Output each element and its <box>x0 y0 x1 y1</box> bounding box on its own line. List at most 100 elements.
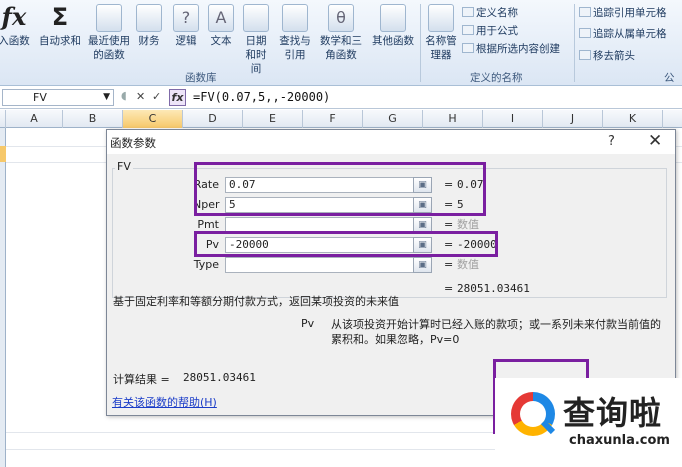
column-header[interactable]: I <box>483 110 543 128</box>
trace-precedents-button[interactable]: 追踪引用单元格 <box>579 5 667 20</box>
autosum-label: 自动求和 <box>39 35 81 47</box>
remove-arrows-icon <box>579 50 591 60</box>
enter-check-icon[interactable]: ✓ <box>152 90 161 103</box>
text-button[interactable]: A 文本 <box>206 4 236 48</box>
create-from-selection-icon <box>462 43 474 53</box>
insert-function-fx-button[interactable]: fx <box>169 89 186 106</box>
name-box[interactable]: FV ▼ <box>2 89 114 106</box>
result-label: 计算结果 = <box>113 373 170 386</box>
recently-used-button[interactable]: 最近使用的函数 <box>84 4 134 62</box>
column-header[interactable]: A <box>6 110 63 128</box>
column-header[interactable]: G <box>363 110 423 128</box>
row-headers[interactable] <box>0 128 6 467</box>
fx-icon: fx <box>1 2 27 31</box>
group-separator <box>420 4 421 82</box>
trace-dependents-button[interactable]: 追踪从属单元格 <box>579 26 667 41</box>
arg-result-type: 数值 <box>457 258 479 271</box>
column-header[interactable]: J <box>543 110 603 128</box>
insert-function-button[interactable]: fx 入函数 <box>0 4 32 48</box>
name-manager-icon <box>428 4 454 32</box>
logical-label: 逻辑 <box>175 35 197 47</box>
more-functions-button[interactable]: 其他函数 <box>368 4 418 48</box>
datetime-button[interactable]: 日期和时间 <box>238 4 274 76</box>
trace-dependents-label: 追踪从属单元格 <box>593 28 667 40</box>
defined-names-group-label: 定义的名称 <box>470 72 523 84</box>
define-name-label: 定义名称 <box>476 7 518 19</box>
function-description: 基于固定利率和等额分期付款方式，返回某项投资的未来值 <box>113 295 399 308</box>
column-headers: A B C D E F G H I J K <box>0 110 682 128</box>
highlight-rate-nper <box>194 162 486 216</box>
cancel-icon[interactable]: ✕ <box>136 90 145 103</box>
selected-row-indicator <box>0 146 6 162</box>
books-icon <box>380 4 406 32</box>
recently-used-label: 最近使用的函数 <box>88 35 130 61</box>
chevron-down-icon[interactable]: ▼ <box>103 90 110 105</box>
type-input[interactable] <box>225 257 415 273</box>
book-icon <box>136 4 162 32</box>
ribbon: fx 入函数 Σ 自动求和 最近使用的函数 财务 ? 逻辑 A 文本 日期和时间… <box>0 0 682 99</box>
expand-handle-icon[interactable]: ◖ <box>121 89 127 102</box>
column-header[interactable]: F <box>303 110 363 128</box>
column-header-selected[interactable]: C <box>123 110 183 128</box>
datetime-label: 日期和时间 <box>245 35 267 75</box>
clock-book-icon <box>243 4 269 32</box>
math-label: 数学和三角函数 <box>320 35 362 61</box>
collapse-dialog-icon[interactable]: ▣ <box>413 257 432 273</box>
column-header[interactable]: H <box>423 110 483 128</box>
lookup-label: 查找与引用 <box>279 35 311 61</box>
arg-help-text: 从该项投资开始计算时已经入账的款项；或一系列未来付款当前值的累积和。如果忽略，P… <box>331 318 661 346</box>
remove-arrows-button[interactable]: 移去箭头 <box>579 48 635 63</box>
question-book-icon: ? <box>173 4 199 32</box>
create-from-selection-label: 根据所选内容创建 <box>476 43 560 55</box>
text-book-icon: A <box>208 4 234 32</box>
highlight-pv <box>194 231 498 257</box>
define-name-button[interactable]: 定义名称 <box>462 5 518 20</box>
autosum-button[interactable]: Σ 自动求和 <box>36 4 84 48</box>
arg-label-type: Type <box>193 258 219 271</box>
insert-function-label: 入函数 <box>0 35 30 47</box>
sigma-icon: Σ <box>51 3 69 31</box>
use-in-formula-button[interactable]: 用于公式 <box>462 23 518 38</box>
math-button[interactable]: θ 数学和三角函数 <box>316 4 366 62</box>
watermark: 查询啦 chaxunla.com <box>495 378 682 464</box>
theta-book-icon: θ <box>328 4 354 32</box>
book-icon <box>96 4 122 32</box>
trace-dependents-icon <box>579 28 591 38</box>
use-in-formula-icon <box>462 25 474 35</box>
dialog-titlebar[interactable]: 函数参数 ? ✕ <box>107 130 675 154</box>
remove-arrows-label: 移去箭头 <box>593 50 635 62</box>
trace-precedents-label: 追踪引用单元格 <box>593 7 667 19</box>
watermark-title: 查询啦 <box>563 394 663 432</box>
result-value: 28051.03461 <box>183 371 256 384</box>
function-help-link[interactable]: 有关该函数的帮助(H) <box>112 394 217 410</box>
function-library-group-label: 函数库 <box>185 72 217 84</box>
define-name-icon <box>462 7 474 17</box>
watermark-url: chaxunla.com <box>569 433 670 448</box>
logical-button[interactable]: ? 逻辑 <box>171 4 201 48</box>
name-manager-button[interactable]: 名称管理器 <box>422 4 460 62</box>
financial-label: 财务 <box>138 35 160 47</box>
lookup-button[interactable]: 查找与引用 <box>276 4 314 62</box>
column-header[interactable]: E <box>243 110 303 128</box>
column-header[interactable]: D <box>183 110 243 128</box>
group-separator <box>574 4 575 82</box>
column-header[interactable]: K <box>603 110 663 128</box>
search-logo-icon <box>511 392 556 436</box>
name-box-value: FV <box>33 91 47 104</box>
arg-help-name: Pv <box>301 317 315 330</box>
financial-button[interactable]: 财务 <box>134 4 164 48</box>
formula-input[interactable]: =FV(0.07,5,,-20000) <box>193 90 330 104</box>
close-icon[interactable]: ✕ <box>648 131 662 151</box>
dialog-title: 函数参数 <box>110 136 156 150</box>
use-in-formula-label: 用于公式 <box>476 25 518 37</box>
trace-precedents-icon <box>579 7 591 17</box>
magnifier-book-icon <box>282 4 308 32</box>
text-label: 文本 <box>210 35 232 47</box>
create-from-selection-button[interactable]: 根据所选内容创建 <box>462 41 560 56</box>
help-icon[interactable]: ? <box>608 134 615 149</box>
function-name: FV <box>115 160 133 173</box>
formula-bar: FV ▼ ◖ ✕ ✓ fx =FV(0.07,5,,-20000) <box>0 87 682 109</box>
column-header[interactable]: B <box>63 110 123 128</box>
function-arguments-dialog: 函数参数 ? ✕ FV Rate 0.07 ▣ = 0.07 Nper 5 ▣ … <box>106 129 676 416</box>
equals-sign: = <box>444 258 454 271</box>
